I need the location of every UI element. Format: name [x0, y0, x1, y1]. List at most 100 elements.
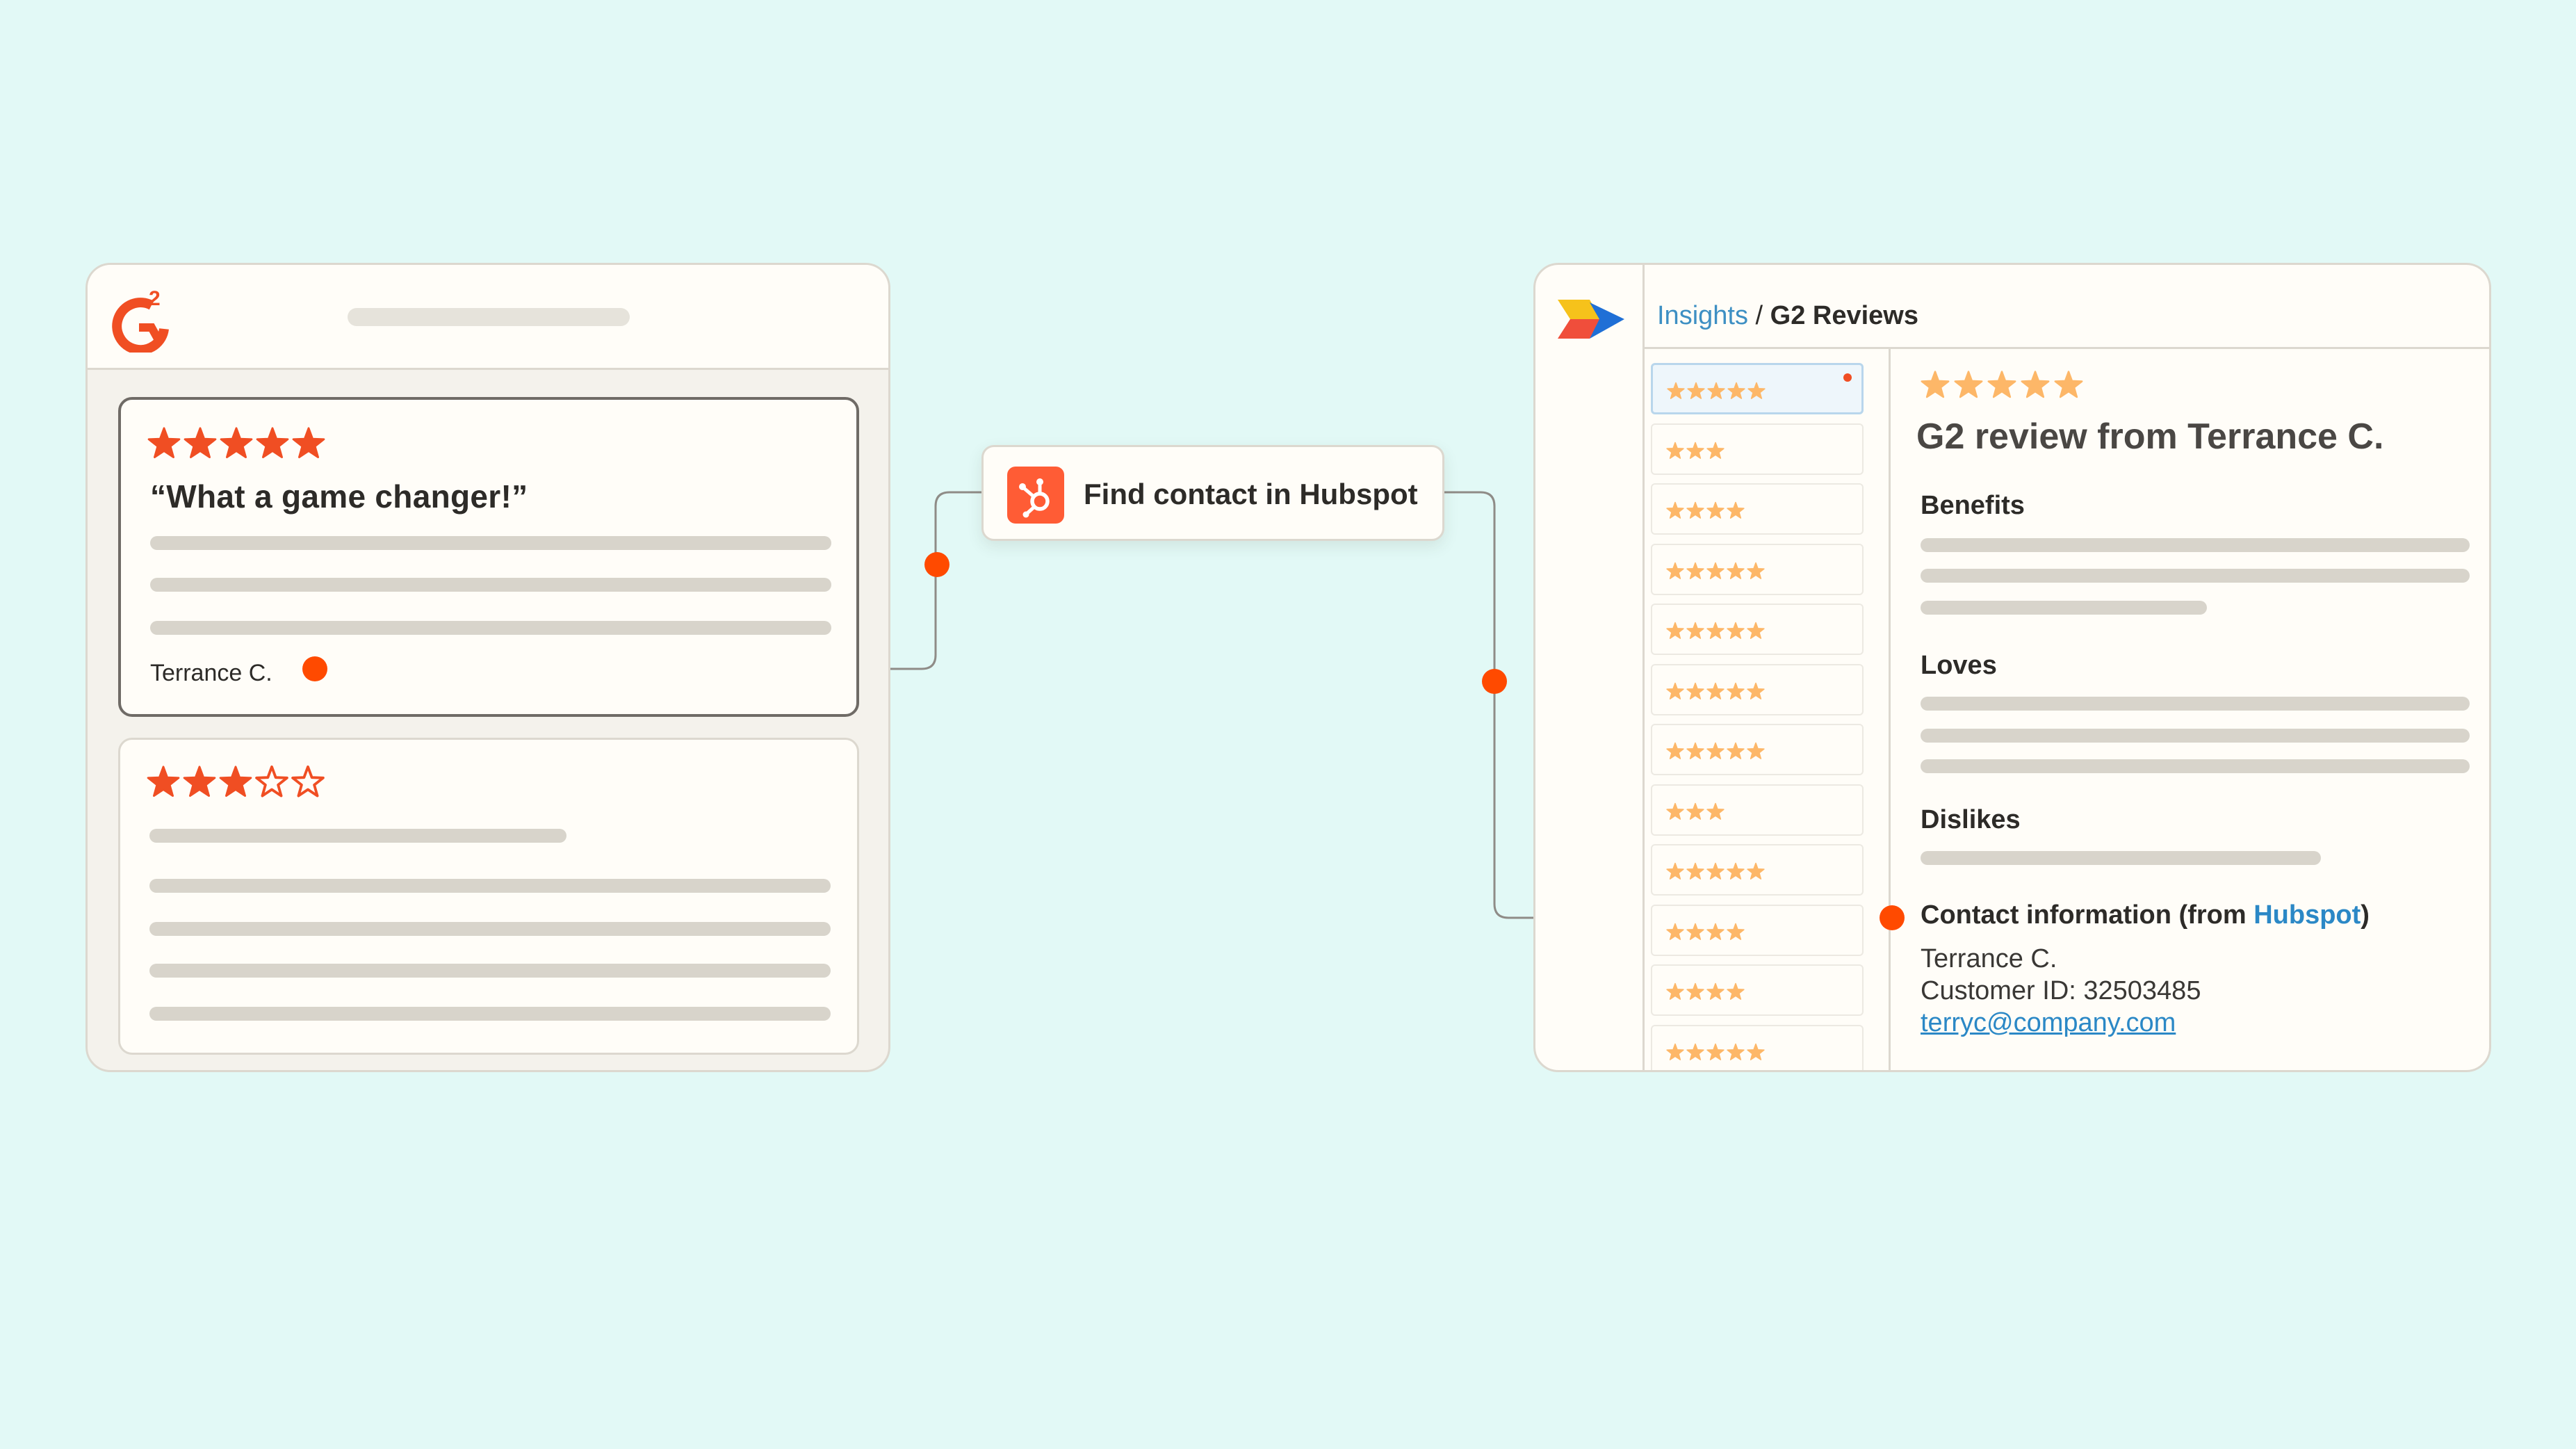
star-filled-icon — [1686, 742, 1704, 759]
review-list-item[interactable] — [1651, 604, 1864, 655]
review-list-item[interactable] — [1651, 423, 1864, 475]
rating-stars — [1666, 442, 1727, 460]
benefits-heading: Benefits — [1921, 491, 2025, 520]
rating-stars — [1921, 370, 2087, 399]
star-filled-icon — [1727, 862, 1745, 880]
contact-email-link[interactable]: terryc@company.com — [1921, 1008, 2176, 1038]
review-card-featured[interactable]: “What a game changer!” Terrance C. — [118, 397, 859, 717]
star-filled-icon — [1727, 923, 1745, 940]
star-filled-icon — [1666, 923, 1684, 940]
rating-stars — [1666, 982, 1747, 1001]
review-list-item[interactable] — [1651, 964, 1864, 1016]
star-filled-icon — [1747, 562, 1765, 579]
contact-heading-suffix: ) — [2361, 900, 2370, 930]
star-filled-icon — [1686, 982, 1704, 1000]
review-card[interactable] — [118, 738, 859, 1055]
star-filled-icon — [1706, 501, 1725, 519]
star-filled-icon — [2054, 371, 2083, 398]
star-filled-icon — [1666, 1043, 1684, 1060]
star-filled-icon — [1727, 562, 1745, 579]
insights-app-window: Insights / G2 Reviews G2 review from Ter… — [1533, 263, 2491, 1072]
star-filled-icon — [2021, 371, 2050, 398]
star-filled-icon — [1727, 622, 1745, 639]
app-logo-icon — [1558, 300, 1624, 339]
url-bar-placeholder — [348, 308, 630, 326]
star-filled-icon — [1987, 371, 2016, 398]
star-filled-icon — [1686, 923, 1704, 940]
star-filled-icon — [1727, 1043, 1745, 1060]
breadcrumb-insights-link[interactable]: Insights — [1657, 301, 1748, 330]
star-filled-icon — [1686, 682, 1704, 699]
review-list-item[interactable] — [1651, 724, 1864, 775]
text-placeholder-line — [1921, 759, 2470, 773]
rating-stars — [1667, 382, 1768, 400]
app-sidebar — [1535, 265, 1645, 1070]
star-filled-icon — [1954, 371, 1983, 398]
review-list-item[interactable] — [1651, 844, 1864, 896]
review-list-item[interactable] — [1651, 543, 1864, 595]
star-filled-icon — [1666, 562, 1684, 579]
star-filled-icon — [147, 427, 181, 458]
star-filled-icon — [147, 766, 180, 797]
loves-heading: Loves — [1921, 651, 1997, 680]
rating-stars — [1666, 1043, 1767, 1061]
connector-dot-reviewer — [302, 656, 327, 681]
g2-header: 2 — [88, 265, 888, 370]
star-filled-icon — [1706, 442, 1725, 459]
rating-stars — [1666, 501, 1747, 519]
star-filled-icon — [1686, 862, 1704, 880]
svg-text:2: 2 — [149, 287, 161, 310]
star-filled-icon — [184, 427, 217, 458]
review-list-item[interactable] — [1651, 663, 1864, 715]
text-placeholder-line — [1921, 538, 2470, 552]
star-filled-icon — [1666, 802, 1684, 820]
star-filled-icon — [1747, 682, 1765, 699]
review-list-item[interactable] — [1651, 904, 1864, 956]
star-filled-icon — [1747, 1043, 1765, 1060]
star-filled-icon — [1666, 742, 1684, 759]
text-placeholder-line — [149, 829, 566, 843]
review-list-item[interactable] — [1651, 363, 1864, 414]
star-filled-icon — [1666, 442, 1684, 459]
star-filled-icon — [292, 427, 325, 458]
star-filled-icon — [1706, 802, 1725, 820]
hubspot-icon — [1007, 467, 1064, 524]
text-placeholder-line — [149, 922, 831, 936]
connector-dot-step-out — [1482, 669, 1507, 694]
text-placeholder-line — [149, 1007, 831, 1021]
star-filled-icon — [1727, 682, 1745, 699]
contact-heading-prefix: Contact information (from — [1921, 900, 2254, 930]
reviewer-name: Terrance C. — [150, 660, 272, 686]
breadcrumb-separator: / — [1755, 301, 1763, 330]
contact-source-link[interactable]: Hubspot — [2253, 900, 2361, 930]
star-filled-icon — [1686, 562, 1704, 579]
review-quote: “What a game changer!” — [150, 478, 528, 515]
star-filled-icon — [1686, 802, 1704, 820]
find-contact-step[interactable]: Find contact in Hubspot — [981, 445, 1444, 541]
text-placeholder-line — [1921, 569, 2470, 583]
star-filled-icon — [1707, 382, 1725, 399]
star-filled-icon — [1727, 982, 1745, 1000]
star-filled-icon — [1706, 862, 1725, 880]
review-list-item[interactable] — [1651, 483, 1864, 535]
rating-stars — [147, 426, 328, 460]
star-filled-icon — [1667, 382, 1685, 399]
text-placeholder-line — [1921, 601, 2207, 615]
text-placeholder-line — [149, 879, 831, 893]
text-placeholder-line — [1921, 697, 2470, 711]
star-filled-icon — [1706, 622, 1725, 639]
star-filled-icon — [1727, 501, 1745, 519]
review-list-item[interactable] — [1651, 784, 1864, 836]
star-filled-icon — [1687, 382, 1705, 399]
unread-indicator — [1843, 373, 1852, 382]
star-empty-icon — [255, 765, 288, 798]
star-filled-icon — [219, 766, 252, 797]
g2-logo-icon: 2 — [112, 287, 169, 353]
text-placeholder-line — [150, 621, 831, 635]
star-filled-icon — [1686, 501, 1704, 519]
review-list-item[interactable] — [1651, 1024, 1864, 1070]
star-filled-icon — [1666, 501, 1684, 519]
star-filled-icon — [1747, 862, 1765, 880]
review-detail: G2 review from Terrance C. Benefits Love… — [1889, 349, 2489, 1070]
rating-stars — [1666, 742, 1767, 760]
